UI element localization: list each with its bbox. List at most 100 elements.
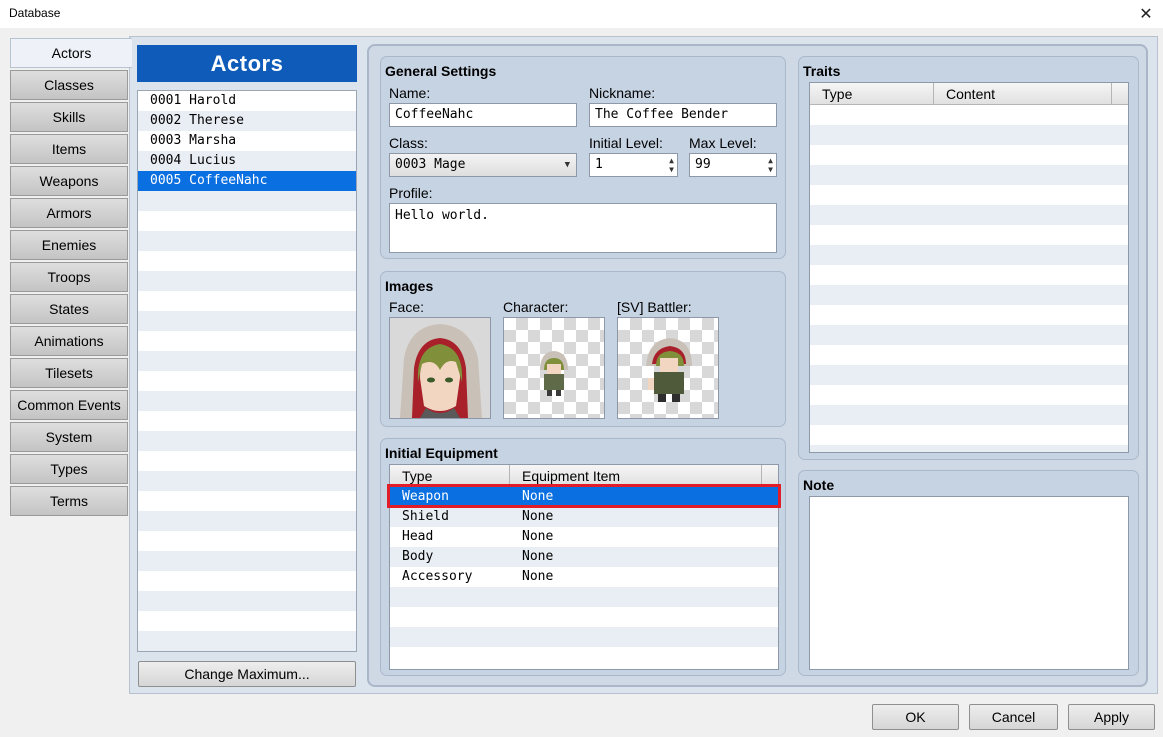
list-item[interactable] xyxy=(138,411,356,431)
table-row[interactable]: Head None xyxy=(390,527,778,547)
list-item[interactable]: 0001 Harold xyxy=(138,91,356,111)
list-item[interactable] xyxy=(138,611,356,631)
table-row[interactable]: Shield None xyxy=(390,507,778,527)
list-item[interactable] xyxy=(138,471,356,491)
change-maximum-button[interactable]: Change Maximum... xyxy=(138,661,356,687)
table-row[interactable] xyxy=(810,425,1128,445)
table-row[interactable] xyxy=(810,245,1128,265)
table-row[interactable] xyxy=(810,265,1128,285)
col-type-header[interactable]: Type xyxy=(810,83,934,105)
tab-troops[interactable]: Troops xyxy=(10,262,128,292)
list-item[interactable] xyxy=(138,271,356,291)
list-item[interactable] xyxy=(138,511,356,531)
col-content-header[interactable]: Content xyxy=(934,83,1112,105)
spin-arrows-icon[interactable]: ▲ ▼ xyxy=(669,156,674,174)
list-item[interactable] xyxy=(138,431,356,451)
tab-enemies[interactable]: Enemies xyxy=(10,230,128,260)
table-row[interactable] xyxy=(810,325,1128,345)
profile-label: Profile: xyxy=(389,185,433,201)
table-row[interactable] xyxy=(810,445,1128,452)
max-level-stepper[interactable]: 99 ▲ ▼ xyxy=(689,153,777,177)
table-row[interactable] xyxy=(810,125,1128,145)
list-item[interactable] xyxy=(138,391,356,411)
apply-button[interactable]: Apply xyxy=(1068,704,1155,730)
face-image[interactable] xyxy=(389,317,491,419)
profile-textarea[interactable]: Hello world. xyxy=(389,203,777,253)
tab-items[interactable]: Items xyxy=(10,134,128,164)
list-item[interactable] xyxy=(138,331,356,351)
list-item[interactable]: 0002 Therese xyxy=(138,111,356,131)
name-field[interactable]: CoffeeNahc xyxy=(389,103,577,127)
list-item[interactable] xyxy=(138,551,356,571)
tab-types[interactable]: Types xyxy=(10,454,128,484)
table-row[interactable] xyxy=(810,225,1128,245)
max-level-label: Max Level: xyxy=(689,135,757,151)
table-row[interactable] xyxy=(810,345,1128,365)
table-row[interactable] xyxy=(810,385,1128,405)
tab-weapons[interactable]: Weapons xyxy=(10,166,128,196)
tab-tilesets[interactable]: Tilesets xyxy=(10,358,128,388)
tab-common-events[interactable]: Common Events xyxy=(10,390,128,420)
actor-list[interactable]: 0001 Harold 0002 Therese 0003 Marsha 000… xyxy=(137,90,357,652)
table-row[interactable] xyxy=(810,105,1128,125)
list-item[interactable] xyxy=(138,371,356,391)
note-group: Note xyxy=(798,470,1139,676)
table-row[interactable]: Body None xyxy=(390,547,778,567)
list-item[interactable] xyxy=(138,291,356,311)
list-item[interactable] xyxy=(138,351,356,371)
list-item[interactable] xyxy=(138,211,356,231)
traits-table[interactable]: Type Content xyxy=(809,82,1129,453)
table-row[interactable]: Accessory None xyxy=(390,567,778,587)
row-item: None xyxy=(522,509,554,524)
tab-classes[interactable]: Classes xyxy=(10,70,128,100)
note-title: Note xyxy=(803,477,835,493)
note-textarea[interactable] xyxy=(809,496,1129,670)
table-row[interactable] xyxy=(810,205,1128,225)
table-row[interactable] xyxy=(810,405,1128,425)
table-row[interactable] xyxy=(810,145,1128,165)
table-row[interactable] xyxy=(810,165,1128,185)
character-image[interactable] xyxy=(503,317,605,419)
close-icon[interactable]: ✕ xyxy=(1129,0,1163,28)
tab-terms[interactable]: Terms xyxy=(10,486,128,516)
list-item[interactable] xyxy=(138,531,356,551)
tab-animations[interactable]: Animations xyxy=(10,326,128,356)
images-group: Images Face: Character: [SV] Battler: xyxy=(380,271,786,427)
chevron-down-icon: ▼ xyxy=(564,160,570,170)
tab-actors[interactable]: Actors xyxy=(10,38,132,68)
table-row[interactable] xyxy=(810,185,1128,205)
table-row xyxy=(390,607,778,627)
tab-armors[interactable]: Armors xyxy=(10,198,128,228)
list-item[interactable] xyxy=(138,571,356,591)
tab-system[interactable]: System xyxy=(10,422,128,452)
initial-level-stepper[interactable]: 1 ▲ ▼ xyxy=(589,153,678,177)
list-item[interactable] xyxy=(138,251,356,271)
ok-button[interactable]: OK xyxy=(872,704,959,730)
nickname-field[interactable]: The Coffee Bender xyxy=(589,103,777,127)
list-item[interactable]: 0003 Marsha xyxy=(138,131,356,151)
table-row xyxy=(390,587,778,607)
list-item[interactable] xyxy=(138,231,356,251)
actor-detail-panel: General Settings Name: CoffeeNahc Nickna… xyxy=(367,44,1148,687)
list-item[interactable]: 0004 Lucius xyxy=(138,151,356,171)
table-row xyxy=(390,627,778,647)
list-item[interactable] xyxy=(138,631,356,651)
initial-level-value: 1 xyxy=(595,157,603,172)
initial-equipment-group: Initial Equipment Type Equipment Item We… xyxy=(380,438,786,676)
tab-skills[interactable]: Skills xyxy=(10,102,128,132)
class-select[interactable]: 0003 Mage ▼ xyxy=(389,153,577,177)
table-row[interactable] xyxy=(810,365,1128,385)
list-item[interactable] xyxy=(138,191,356,211)
table-row[interactable] xyxy=(810,305,1128,325)
battler-image[interactable] xyxy=(617,317,719,419)
cancel-button[interactable]: Cancel xyxy=(969,704,1058,730)
list-item[interactable] xyxy=(138,451,356,471)
list-item[interactable] xyxy=(138,491,356,511)
battler-sprite-icon xyxy=(646,338,692,402)
list-item[interactable] xyxy=(138,311,356,331)
spin-arrows-icon[interactable]: ▲ ▼ xyxy=(768,156,773,174)
tab-states[interactable]: States xyxy=(10,294,128,324)
list-item-selected[interactable]: 0005 CoffeeNahc xyxy=(138,171,356,191)
list-item[interactable] xyxy=(138,591,356,611)
table-row[interactable] xyxy=(810,285,1128,305)
